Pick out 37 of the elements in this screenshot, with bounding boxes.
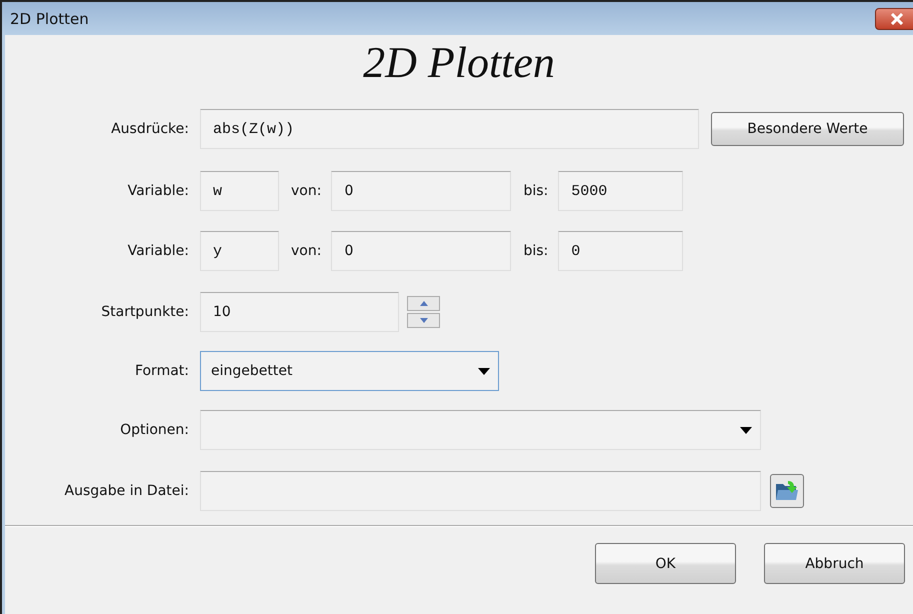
field-label: Variable: <box>126 183 190 199</box>
field-label: Variable: <box>126 243 190 259</box>
to-field[interactable]: 5000 <box>558 171 684 211</box>
special-values-button[interactable]: Besondere Werte <box>711 112 904 146</box>
field-label: bis: <box>522 243 550 259</box>
field-label: Optionen: <box>119 422 190 438</box>
ok-button[interactable]: OK <box>595 543 736 584</box>
spin-down-button[interactable] <box>407 313 440 328</box>
spin-up-button[interactable] <box>407 296 440 311</box>
dropdown-arrow-icon <box>740 426 752 434</box>
dropdown-arrow-icon <box>478 368 490 374</box>
output-file-field[interactable] <box>200 471 761 511</box>
close-icon <box>890 12 904 24</box>
from-field[interactable]: 0 <box>331 171 512 211</box>
from-field[interactable]: 0 <box>331 231 512 271</box>
dialog-heading: 2D Plotten <box>362 37 556 89</box>
down-arrow-icon <box>420 318 428 323</box>
variable-field[interactable]: y <box>200 231 279 271</box>
field-label: bis: <box>522 183 550 199</box>
field-label: Ausdrücke: <box>110 121 190 137</box>
close-button[interactable] <box>875 8 913 30</box>
format-dropdown[interactable]: eingebettet <box>200 351 499 391</box>
cancel-button[interactable]: Abbruch <box>764 543 905 584</box>
field-label: Ausgabe in Datei: <box>64 483 190 499</box>
expression-field[interactable]: abs(Z(w)) <box>200 109 699 149</box>
variable-field[interactable]: w <box>200 171 279 211</box>
field-label: von: <box>290 183 322 199</box>
folder-icon <box>775 480 799 502</box>
field-label: Format: <box>134 363 190 379</box>
startpoints-field[interactable]: 10 <box>200 292 399 332</box>
field-label: von: <box>290 243 322 259</box>
up-arrow-icon <box>420 301 428 306</box>
options-dropdown[interactable] <box>200 410 761 450</box>
to-field[interactable]: 0 <box>558 231 684 271</box>
browse-button[interactable] <box>770 474 804 508</box>
window-title: 2D Plotten <box>10 10 89 28</box>
field-label: Startpunkte: <box>100 304 190 320</box>
